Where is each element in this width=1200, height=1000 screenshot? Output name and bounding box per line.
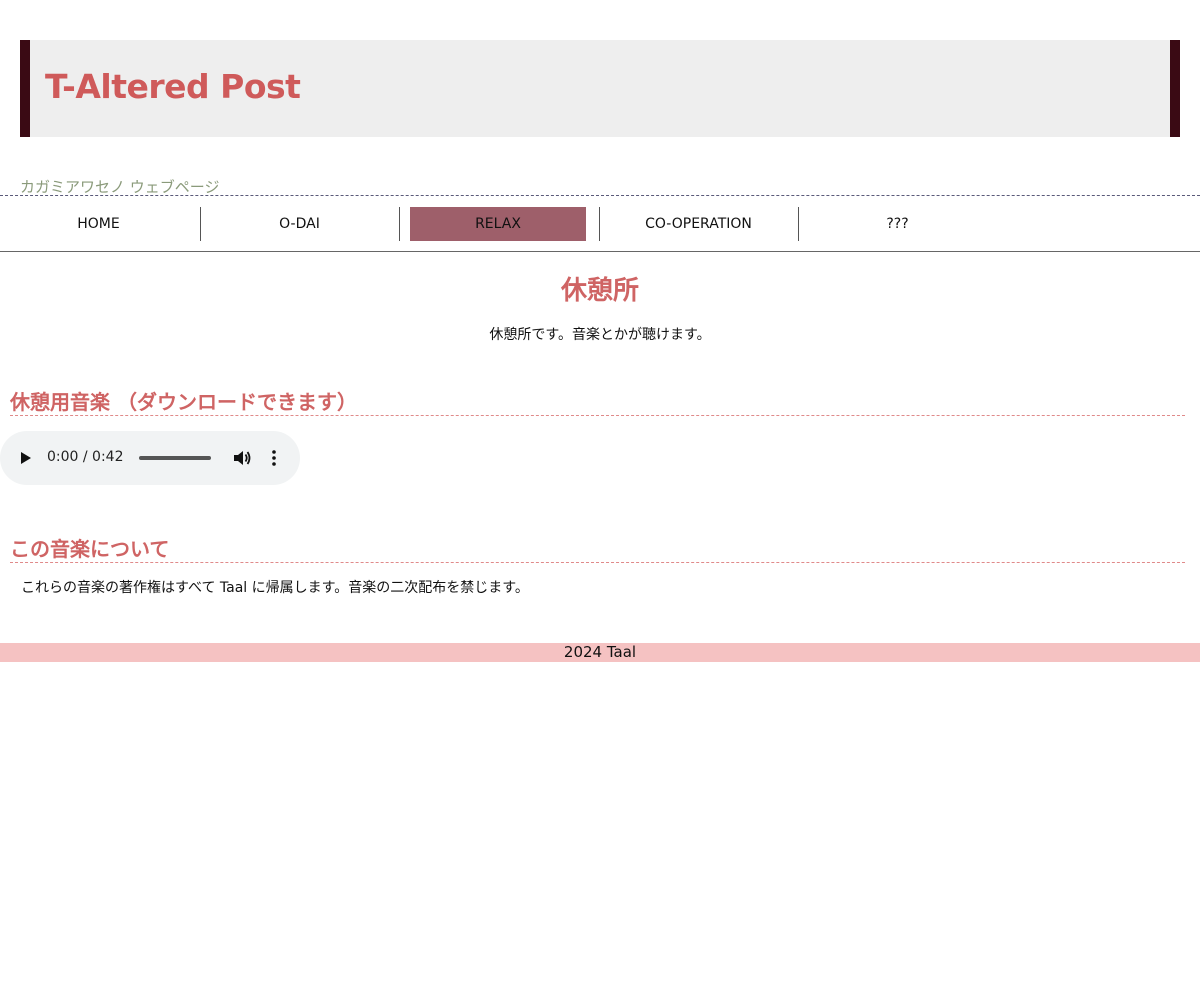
nav-item-relax[interactable]: RELAX [410, 207, 586, 241]
more-options-icon[interactable] [266, 448, 282, 468]
music-section-heading: 休憩用音楽 （ダウンロードできます） [10, 389, 1185, 416]
main-nav: HOME O-DAI RELAX CO-OPERATION ??? [0, 196, 1200, 252]
site-header: T-Altered Post [20, 40, 1180, 137]
audio-time: 0:00 / 0:42 [47, 449, 124, 465]
site-title: T-Altered Post [45, 67, 301, 106]
play-icon[interactable] [21, 452, 31, 464]
about-text: これらの音楽の著作権はすべて Taal に帰属します。音楽の二次配布を禁じます。 [21, 580, 529, 596]
nav-item-home[interactable]: HOME [0, 207, 197, 241]
page-title: 休憩所 [560, 276, 639, 306]
page-intro: 休憩所です。音楽とかが聴けます。 [489, 327, 711, 343]
volume-icon[interactable] [232, 448, 252, 468]
nav-item-unknown[interactable]: ??? [799, 207, 996, 241]
audio-player: 0:00 / 0:42 [0, 431, 300, 485]
nav-item-o-dai[interactable]: O-DAI [201, 207, 398, 241]
nav-separator [399, 207, 400, 241]
seek-bar[interactable] [139, 456, 211, 460]
site-subtitle: カガミアワセノ ウェブページ [20, 178, 220, 196]
about-section-heading: この音楽について [10, 536, 1185, 563]
nav-item-co-operation[interactable]: CO-OPERATION [600, 207, 797, 241]
footer: 2024 Taal [0, 643, 1200, 662]
